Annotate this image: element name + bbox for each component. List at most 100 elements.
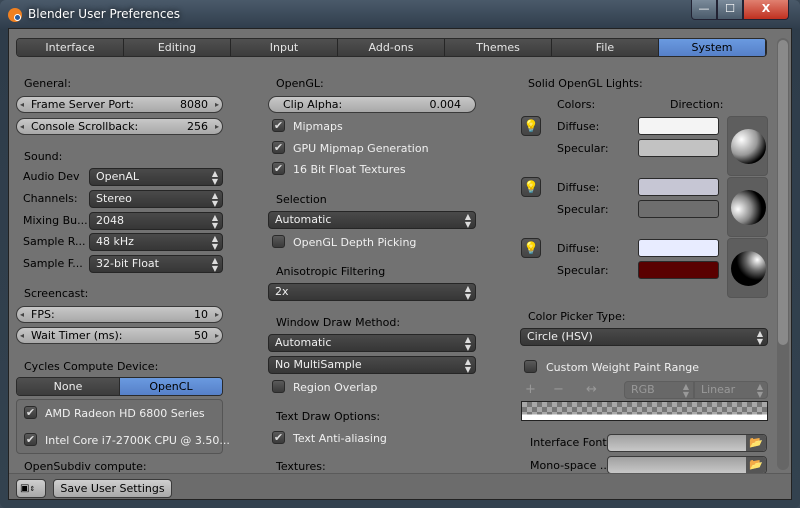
add-stop-icon[interactable]: + — [525, 382, 536, 397]
label: FPS: — [31, 308, 55, 321]
multisample-dropdown[interactable]: No MultiSample ▲ ▼ — [268, 356, 476, 374]
ramp-color-mode-dropdown[interactable]: RGB ▲ ▼ — [624, 381, 694, 399]
updown-icon: ▲ ▼ — [756, 329, 763, 346]
light1-direction[interactable] — [727, 116, 768, 176]
selection-dropdown[interactable]: Automatic ▲ ▼ — [268, 211, 476, 229]
tab-themes[interactable]: Themes — [445, 39, 552, 56]
sample-format-label: Sample F... — [23, 257, 83, 270]
interface-font-field[interactable]: 📂 — [607, 434, 767, 452]
tab-interface[interactable]: Interface — [17, 39, 124, 56]
clip-alpha-slider[interactable]: Clip Alpha: 0.004 — [268, 96, 476, 113]
window: Blender User Preferences — ☐ X Interface… — [0, 0, 800, 508]
sample-rate-dropdown[interactable]: 48 kHz ▲ ▼ — [89, 233, 223, 251]
console-scrollback-field[interactable]: Console Scrollback: 256 — [16, 118, 223, 135]
sample-format-dropdown[interactable]: 32-bit Float ▲ ▼ — [89, 255, 223, 273]
updown-icon: ▲ ▼ — [211, 169, 218, 186]
region-overlap-checkbox[interactable] — [272, 380, 285, 393]
editor-type-button[interactable]: ▣⇕ — [16, 479, 46, 498]
gpu-mipmap-checkbox[interactable]: ✔ — [272, 141, 285, 154]
float-textures-checkbox[interactable]: ✔ — [272, 162, 285, 175]
save-user-settings-button[interactable]: Save User Settings — [53, 479, 172, 498]
light3-diffuse-swatch[interactable] — [638, 239, 719, 257]
sample-rate-label: Sample R... — [23, 235, 86, 248]
updown-icon: ▲ ▼ — [211, 191, 218, 208]
device-amd-checkbox[interactable]: ✔ — [24, 406, 37, 419]
value: OpenAL — [96, 170, 140, 183]
minimize-button[interactable]: — — [691, 0, 717, 20]
value: 48 kHz — [96, 235, 134, 248]
label: Console Scrollback: — [31, 120, 139, 133]
fps-field[interactable]: FPS: 10 — [16, 306, 223, 323]
folder-icon[interactable]: 📂 — [746, 435, 766, 451]
folder-icon[interactable]: 📂 — [746, 457, 766, 473]
direction-heading: Direction: — [670, 98, 724, 111]
direction-sphere-icon — [731, 129, 766, 164]
mipmaps-checkbox[interactable]: ✔ — [272, 119, 285, 132]
device-intel-label: Intel Core i7-2700K CPU @ 3.50... — [45, 434, 230, 447]
device-intel-checkbox[interactable]: ✔ — [24, 433, 37, 446]
audio-device-dropdown[interactable]: OpenAL ▲ ▼ — [89, 168, 223, 186]
color-picker-heading: Color Picker Type: — [528, 310, 626, 323]
opensubdiv-heading: OpenSubdiv compute: — [24, 460, 147, 473]
tab-system[interactable]: System — [659, 39, 766, 56]
light1-diffuse-swatch[interactable] — [638, 117, 719, 135]
light3-direction[interactable] — [727, 238, 768, 298]
updown-icon: ▲ ▼ — [464, 357, 471, 374]
mixing-buffer-dropdown[interactable]: 2048 ▲ ▼ — [89, 212, 223, 230]
anisotropic-dropdown[interactable]: 2x ▲ ▼ — [268, 283, 476, 301]
scrollbar-thumb[interactable] — [778, 40, 788, 345]
ramp-interpolation-dropdown[interactable]: Linear ▲ ▼ — [694, 381, 768, 399]
updown-icon: ▲ ▼ — [464, 335, 471, 352]
light2-diffuse-swatch[interactable] — [638, 178, 719, 196]
mono-font-field[interactable]: 📂 — [607, 456, 767, 474]
light2-specular-swatch[interactable] — [638, 200, 719, 218]
depth-picking-checkbox[interactable] — [272, 235, 285, 248]
light-bulb-icon[interactable]: 💡 — [521, 116, 541, 136]
value: 2048 — [96, 214, 124, 227]
value: 0.004 — [429, 98, 462, 111]
compute-device-toggle: None OpenCL — [16, 377, 223, 396]
frame-server-port-field[interactable]: Frame Server Port: 8080 — [16, 96, 223, 113]
light-bulb-icon[interactable]: 💡 — [521, 238, 541, 258]
light1-specular-swatch[interactable] — [638, 139, 719, 157]
device-amd-label: AMD Radeon HD 6800 Series — [45, 407, 205, 420]
color-ramp[interactable] — [521, 401, 768, 421]
value: 50 — [194, 329, 208, 342]
channels-dropdown[interactable]: Stereo ▲ ▼ — [89, 190, 223, 208]
updown-icon: ▲ ▼ — [464, 284, 471, 301]
diffuse-label: Diffuse: — [557, 120, 600, 133]
value: 256 — [187, 120, 208, 133]
compute-opencl-button[interactable]: OpenCL — [119, 378, 222, 395]
custom-weight-checkbox[interactable] — [524, 360, 537, 373]
wait-timer-field[interactable]: Wait Timer (ms): 50 — [16, 327, 223, 344]
flip-ramp-icon[interactable]: ↔ — [586, 382, 597, 397]
compute-none-button[interactable]: None — [17, 378, 119, 395]
colors-heading: Colors: — [557, 98, 596, 111]
text-aa-label: Text Anti-aliasing — [293, 432, 387, 445]
maximize-button[interactable]: ☐ — [717, 0, 743, 20]
window-draw-dropdown[interactable]: Automatic ▲ ▼ — [268, 334, 476, 352]
remove-stop-icon[interactable]: − — [553, 382, 564, 397]
mono-font-label: Mono-space ... — [530, 459, 611, 472]
close-button[interactable]: X — [743, 0, 789, 20]
light-bulb-icon[interactable]: 💡 — [521, 177, 541, 197]
tab-file[interactable]: File — [552, 39, 659, 56]
tab-editing[interactable]: Editing — [124, 39, 231, 56]
text-aa-checkbox[interactable]: ✔ — [272, 431, 285, 444]
updown-icon: ▲ ▼ — [682, 382, 689, 399]
float-textures-label: 16 Bit Float Textures — [293, 163, 406, 176]
depth-picking-label: OpenGL Depth Picking — [293, 236, 417, 249]
light3-specular-swatch[interactable] — [638, 261, 719, 279]
text-draw-heading: Text Draw Options: — [276, 410, 381, 423]
color-picker-dropdown[interactable]: Circle (HSV) ▲ ▼ — [520, 328, 768, 346]
screencast-heading: Screencast: — [24, 287, 89, 300]
selection-heading: Selection — [276, 193, 327, 206]
light2-direction[interactable] — [727, 177, 768, 237]
direction-sphere-icon — [731, 190, 766, 225]
direction-sphere-icon — [731, 251, 766, 286]
tab-input[interactable]: Input — [231, 39, 338, 56]
scrollbar-track[interactable] — [777, 38, 789, 470]
value: Linear — [701, 383, 736, 396]
tab-addons[interactable]: Add-ons — [338, 39, 445, 56]
label: Wait Timer (ms): — [31, 329, 123, 342]
